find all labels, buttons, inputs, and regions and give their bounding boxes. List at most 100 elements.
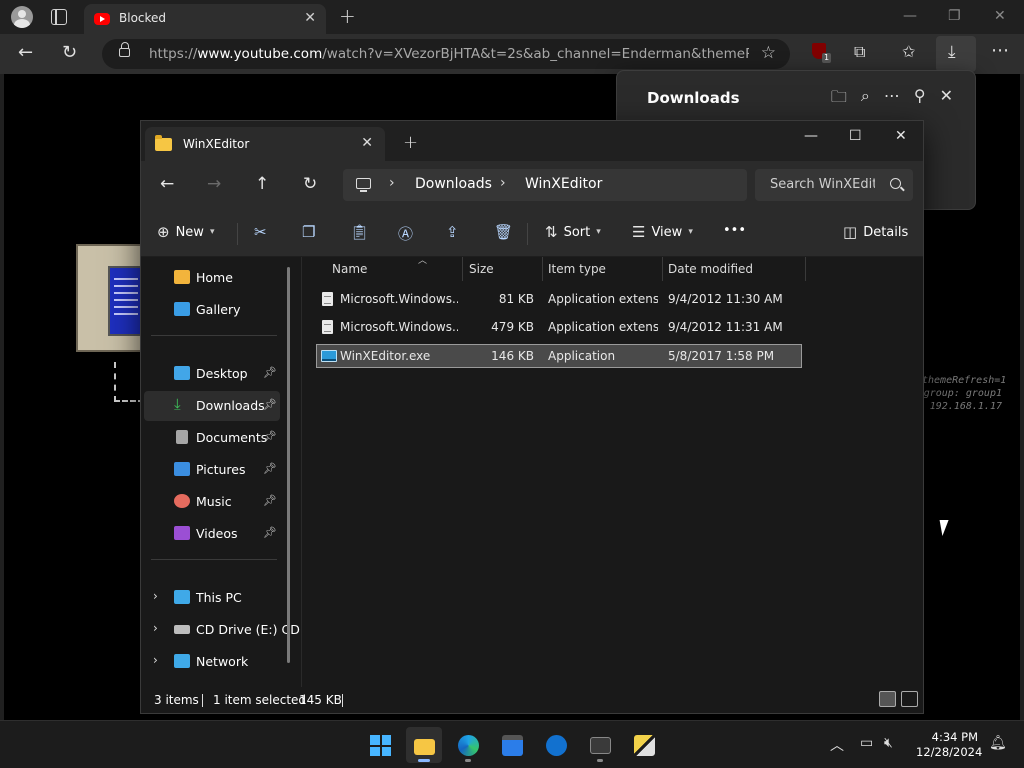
start-button[interactable] (362, 727, 398, 763)
pin-icon[interactable]: 📌︎ (263, 526, 277, 539)
chevron-right-icon[interactable]: › (389, 175, 395, 191)
taskbar-store[interactable] (494, 727, 530, 763)
taskbar-terminal[interactable] (582, 727, 618, 763)
cut-button[interactable]: ✂ (254, 223, 267, 241)
search-icon[interactable] (890, 178, 901, 189)
browser-tab-active[interactable]: Blocked ✕ (84, 4, 326, 34)
explorer-new-tab-button[interactable]: + (403, 132, 418, 153)
search-input[interactable]: Search WinXEditor (755, 169, 913, 201)
browser-close-button[interactable]: ✕ (994, 8, 1006, 24)
navigation-scrollbar[interactable] (287, 267, 290, 663)
star-icon[interactable]: ☆ (761, 43, 776, 63)
chevron-up-icon[interactable]: ︿ (830, 735, 844, 755)
taskbar-winxeditor[interactable] (626, 727, 662, 763)
taskbar-file-explorer[interactable] (406, 727, 442, 763)
system-clock[interactable]: 4:34 PM 12/28/2024 (916, 730, 982, 760)
chevron-right-icon[interactable]: › (153, 589, 158, 603)
details-view-button[interactable] (879, 691, 896, 707)
tiles-view-button[interactable] (901, 691, 918, 707)
table-row[interactable]: Microsoft.Windows... 479 KB Application … (316, 316, 802, 340)
more-options-icon[interactable]: ⋯ (884, 86, 900, 113)
table-row-selected[interactable]: WinXEditor.exe 146 KB Application 5/8/20… (316, 344, 802, 368)
browser-minimize-button[interactable]: — (903, 8, 917, 24)
downloads-button[interactable]: ⤓ (936, 36, 976, 72)
taskbar-outlook[interactable] (538, 727, 574, 763)
column-header-date[interactable]: Date modified (668, 257, 798, 281)
column-divider[interactable] (542, 257, 543, 281)
taskbar-edge[interactable] (450, 727, 486, 763)
nav-item-downloads[interactable]: ⤓ Downloads 📌︎ (144, 391, 280, 421)
nav-item-music[interactable]: Music 📌︎ (144, 487, 280, 517)
view-button[interactable]: ☰ View ▾ (632, 223, 693, 241)
file-date: 9/4/2012 11:31 AM (668, 320, 783, 334)
chevron-right-icon[interactable]: › (500, 175, 506, 191)
delete-button[interactable]: 🗑︎ (494, 223, 513, 241)
pin-icon[interactable]: ⚲ (914, 86, 926, 113)
address-url[interactable]: https://www.youtube.com/watch?v=XVezorBj… (149, 46, 749, 62)
more-options-button[interactable]: ••• (723, 223, 746, 238)
rename-button[interactable]: Ⓐ (398, 223, 413, 244)
open-folder-icon[interactable]: 🗀 (831, 86, 847, 113)
lock-icon[interactable] (119, 42, 130, 57)
nav-item-cd-drive[interactable]: › CD Drive (E:) CD (144, 615, 300, 645)
sort-button[interactable]: ⇅ Sort ▾ (545, 223, 601, 241)
column-header-type[interactable]: Item type (548, 257, 658, 281)
pin-icon[interactable]: 📌︎ (263, 398, 277, 411)
explorer-minimize-button[interactable]: — (804, 128, 818, 144)
column-header-size[interactable]: Size (469, 257, 539, 281)
volume-muted-icon[interactable]: 🔇︎ (884, 735, 893, 751)
pin-icon[interactable]: 📌︎ (263, 494, 277, 507)
copy-button[interactable]: ❐ (302, 223, 315, 241)
more-icon[interactable]: ⋯ (991, 40, 1009, 61)
this-pc-icon[interactable] (356, 178, 371, 192)
back-arrow-icon[interactable]: ← (18, 42, 33, 63)
explorer-tab-active[interactable]: WinXEditor ✕ (145, 127, 385, 161)
pin-icon[interactable]: 📌︎ (263, 430, 277, 443)
tab-actions-icon[interactable] (51, 9, 67, 25)
reload-icon[interactable]: ↻ (62, 42, 77, 63)
share-button[interactable]: ⇪ (446, 223, 459, 241)
column-divider[interactable] (805, 257, 806, 281)
forward-arrow-icon[interactable]: → (207, 174, 221, 194)
explorer-close-button[interactable]: ✕ (895, 128, 907, 144)
column-header-name[interactable]: ︿ Name (332, 256, 462, 281)
column-divider[interactable] (462, 257, 463, 281)
browser-new-tab-button[interactable]: + (339, 4, 356, 28)
pin-icon[interactable]: 📌︎ (263, 366, 277, 379)
chevron-right-icon[interactable]: › (153, 653, 158, 667)
nav-item-pictures[interactable]: Pictures 📌︎ (144, 455, 280, 485)
table-row[interactable]: Microsoft.Windows... 81 KB Application e… (316, 288, 802, 312)
profile-avatar-icon[interactable] (11, 6, 33, 28)
chevron-right-icon[interactable]: › (153, 621, 158, 635)
nav-item-videos[interactable]: Videos 📌︎ (144, 519, 280, 549)
explorer-tab-close-button[interactable]: ✕ (361, 135, 373, 151)
favorites-icon[interactable]: ✩ (902, 42, 915, 61)
ublock-extension-icon[interactable]: 1 (812, 43, 832, 63)
column-divider[interactable] (662, 257, 663, 281)
breadcrumb-downloads[interactable]: Downloads (415, 176, 492, 192)
nav-item-desktop[interactable]: Desktop 📌︎ (144, 359, 280, 389)
puzzle-icon[interactable]: ⧉ (854, 42, 865, 62)
search-icon[interactable]: ⌕ (861, 86, 870, 113)
up-arrow-icon[interactable]: ↑ (255, 174, 269, 194)
notification-bell-icon[interactable]: 🔔︎ (989, 735, 1007, 751)
nav-item-this-pc[interactable]: › This PC (144, 583, 280, 613)
nav-item-gallery[interactable]: Gallery (144, 295, 280, 325)
address-bar[interactable]: https://www.youtube.com/watch?v=XVezorBj… (102, 39, 790, 69)
nav-item-home[interactable]: Home (144, 263, 280, 293)
nav-item-documents[interactable]: Documents 📌︎ (144, 423, 280, 453)
new-button[interactable]: ⊕ New ▾ (157, 223, 214, 241)
refresh-icon[interactable]: ↻ (303, 174, 317, 194)
nav-item-network[interactable]: › Network (144, 647, 280, 677)
details-button[interactable]: ◫ Details (843, 223, 908, 241)
paste-button[interactable]: 📋︎ (350, 223, 369, 241)
breadcrumb[interactable]: › Downloads › WinXEditor (343, 169, 747, 201)
close-icon[interactable]: ✕ (940, 86, 953, 113)
back-arrow-icon[interactable]: ← (160, 174, 174, 194)
explorer-maximize-button[interactable]: ☐ (849, 128, 862, 144)
breadcrumb-winxeditor[interactable]: WinXEditor (525, 176, 602, 192)
pin-icon[interactable]: 📌︎ (263, 462, 277, 475)
network-icon[interactable]: ▭ (860, 735, 873, 751)
browser-restore-button[interactable]: ❐ (948, 8, 961, 24)
browser-tab-close-button[interactable]: ✕ (304, 10, 316, 26)
